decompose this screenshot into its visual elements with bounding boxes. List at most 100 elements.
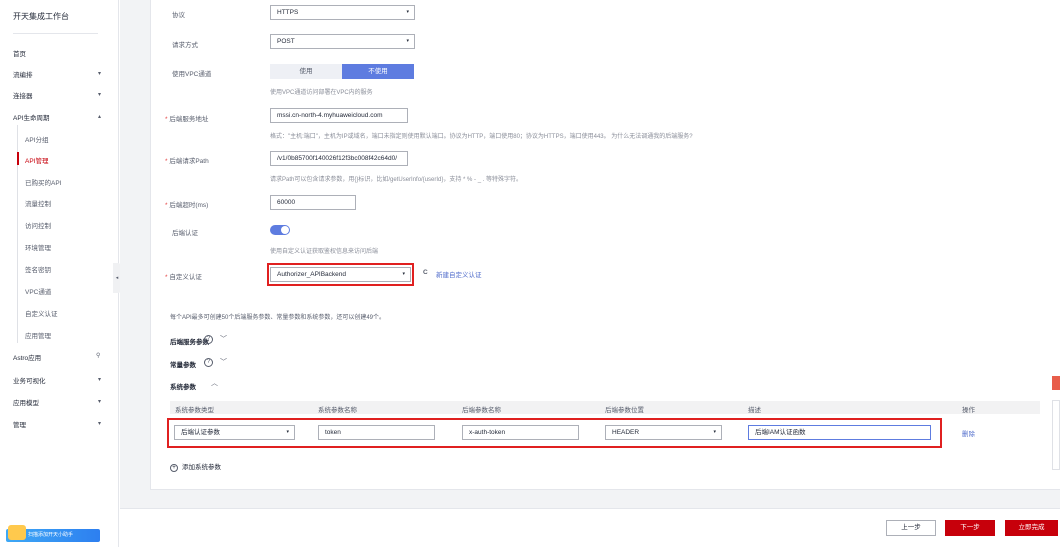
param-name-input[interactable]: token [318, 425, 435, 440]
chevron-down-icon: ▾ [286, 429, 289, 435]
chevron-down-icon[interactable]: ﹀ [220, 334, 227, 344]
column-header: 系统参数名称 [318, 407, 357, 414]
active-indicator [17, 152, 19, 165]
sidebar-sub-access-control[interactable]: 访问控制 [25, 220, 51, 230]
params-limit-hint: 每个API最多可创建50个后端服务参数、常量参数和系统参数，还可以创建49个。 [170, 315, 386, 321]
chevron-down-icon: ▾ [402, 271, 405, 277]
path-input[interactable]: /v1/0b85700f140026f12f3bc008f42c64d0/ [270, 151, 408, 166]
sidebar-sub-env[interactable]: 环境管理 [25, 242, 51, 252]
custom-auth-select[interactable]: Authorizer_APIBackend ▾ [270, 267, 411, 282]
vpc-hint: 使用VPC通道访问部署在VPC内的服务 [270, 90, 373, 96]
assistant-banner-label: 扫描添加开天小助手 [28, 532, 74, 538]
previous-button[interactable]: 上一步 [886, 520, 936, 536]
new-custom-auth-link[interactable]: 新建自定义认证 [436, 269, 482, 279]
address-input[interactable]: mssi.cn-north-4.myhuaweicloud.com [270, 108, 408, 123]
backend-param-name-input[interactable]: x-auth-token [462, 425, 579, 440]
chevron-down-icon: ▾ [406, 9, 409, 15]
chevron-down-icon: ▾ [98, 399, 102, 405]
feedback-icon[interactable] [1052, 376, 1060, 390]
sidebar-sub-app-manage[interactable]: 应用管理 [25, 330, 51, 340]
assistant-icon [8, 525, 26, 540]
sidebar-item-manage[interactable]: 管理 [13, 419, 26, 429]
timeout-input[interactable]: 60000 [270, 195, 356, 210]
sidebar-item-astro[interactable]: Astro应用 [13, 352, 41, 362]
sidebar-item-home[interactable]: 首页 [13, 48, 26, 58]
param-type-select[interactable]: 后端认证参数 ▾ [174, 425, 295, 440]
method-label: 请求方式 [172, 42, 198, 49]
sidebar-item-app-model[interactable]: 应用模型 [13, 397, 39, 407]
path-hint: 请求Path可以包含请求参数，用{}标识，比如/getUserInfo/{use… [270, 177, 523, 183]
custom-auth-label-text: 自定义认证 [169, 274, 202, 281]
sidebar-sub-traffic-control[interactable]: 流量控制 [25, 198, 51, 208]
chevron-up-icon: ▴ [98, 114, 102, 120]
address-label-text: 后端服务地址 [169, 116, 209, 123]
backend-param-position-select[interactable]: HEADER ▾ [605, 425, 722, 440]
sidebar-item-bi[interactable]: 业务可视化 [13, 375, 46, 385]
sidebar: 开天集成工作台 首页 流编排 ▾ 连接器 ▾ API生命周期 ▴ API分组 A… [0, 0, 119, 547]
required-mark: * [165, 274, 168, 281]
protocol-select[interactable]: HTTPS ▾ [270, 5, 415, 20]
protocol-value: HTTPS [277, 9, 299, 16]
param-type-value: 后端认证参数 [181, 429, 220, 436]
side-tool-panel[interactable] [1052, 400, 1060, 470]
sidebar-sub-vpc[interactable]: VPC通道 [25, 286, 51, 296]
sidebar-sub-custom-auth[interactable]: 自定义认证 [25, 308, 58, 318]
protocol-label: 协议 [172, 12, 185, 19]
required-mark: * [165, 158, 168, 165]
method-select[interactable]: POST ▾ [270, 34, 415, 49]
column-header: 操作 [962, 407, 975, 414]
constant-params-heading[interactable]: 常量参数 [170, 359, 196, 369]
custom-auth-value: Authorizer_APIBackend [277, 271, 347, 278]
timeout-label-text: 后端超时(ms) [169, 202, 209, 209]
required-mark: * [165, 202, 168, 209]
sidebar-item-api-lifecycle[interactable]: API生命周期 [13, 112, 49, 122]
chevron-down-icon: ▾ [713, 429, 716, 435]
toggle-knob [281, 226, 289, 234]
address-hint: 格式："主机:端口"，主机为IP或域名，端口未指定则使用默认端口。协议为HTTP… [270, 134, 693, 140]
timeout-label: * 后端超时(ms) [165, 199, 208, 209]
sidebar-sub-signature[interactable]: 签名密钥 [25, 264, 51, 274]
chevron-down-icon: ▾ [98, 71, 102, 77]
add-system-param-button[interactable]: + 添加系统参数 [170, 461, 221, 472]
param-position-value: HEADER [612, 429, 640, 436]
method-value: POST [277, 38, 295, 45]
path-label-text: 后端请求Path [169, 158, 209, 165]
sidebar-sub-api-manage[interactable]: API管理 [25, 155, 48, 165]
app-title: 开天集成工作台 [13, 12, 69, 21]
next-button[interactable]: 下一步 [945, 520, 995, 536]
param-description-input[interactable]: 后端IAM认证函数 [748, 425, 931, 440]
add-icon: + [170, 464, 178, 472]
backend-auth-toggle[interactable] [270, 225, 290, 235]
sidebar-divider [13, 33, 98, 34]
path-label: * 后端请求Path [165, 155, 209, 165]
backend-auth-hint: 使用自定义认证获取鉴权信息来访问后端 [270, 249, 379, 255]
sidebar-item-connector[interactable]: 连接器 [13, 90, 33, 100]
vpc-not-use-option[interactable]: 不使用 [342, 64, 414, 79]
column-header: 后端参数名称 [462, 407, 501, 414]
required-mark: * [165, 116, 168, 123]
delete-row-link[interactable]: 删除 [962, 428, 975, 438]
custom-auth-label: * 自定义认证 [165, 271, 202, 281]
add-system-param-label: 添加系统参数 [182, 464, 221, 471]
chevron-up-icon[interactable]: ︿ [211, 378, 218, 388]
sidebar-sub-api-group[interactable]: API分组 [25, 134, 48, 144]
chevron-down-icon: ▾ [98, 377, 102, 383]
sidebar-sub-purchased-api[interactable]: 已购买的API [25, 177, 61, 187]
chevron-down-icon: ▾ [406, 38, 409, 44]
vpc-label: 使用VPC通道 [172, 71, 212, 78]
backend-auth-label: 后端认证 [172, 230, 198, 237]
chevron-down-icon: ▾ [98, 421, 102, 427]
link-icon: ⚲ [96, 353, 101, 359]
finish-button[interactable]: 立即完成 [1005, 520, 1058, 536]
chevron-down-icon[interactable]: ﹀ [220, 357, 227, 367]
system-params-heading[interactable]: 系统参数 [170, 381, 196, 391]
assistant-banner[interactable]: 扫描添加开天小助手 [6, 525, 100, 542]
sidebar-item-flow[interactable]: 流编排 [13, 69, 33, 79]
column-header: 后端参数位置 [605, 407, 644, 414]
help-icon[interactable]: ? [204, 358, 213, 367]
refresh-icon[interactable]: C [423, 269, 428, 276]
chevron-down-icon: ▾ [98, 92, 102, 98]
vpc-use-option[interactable]: 使用 [270, 64, 342, 79]
help-icon[interactable]: ? [204, 335, 213, 344]
address-label: * 后端服务地址 [165, 113, 208, 123]
